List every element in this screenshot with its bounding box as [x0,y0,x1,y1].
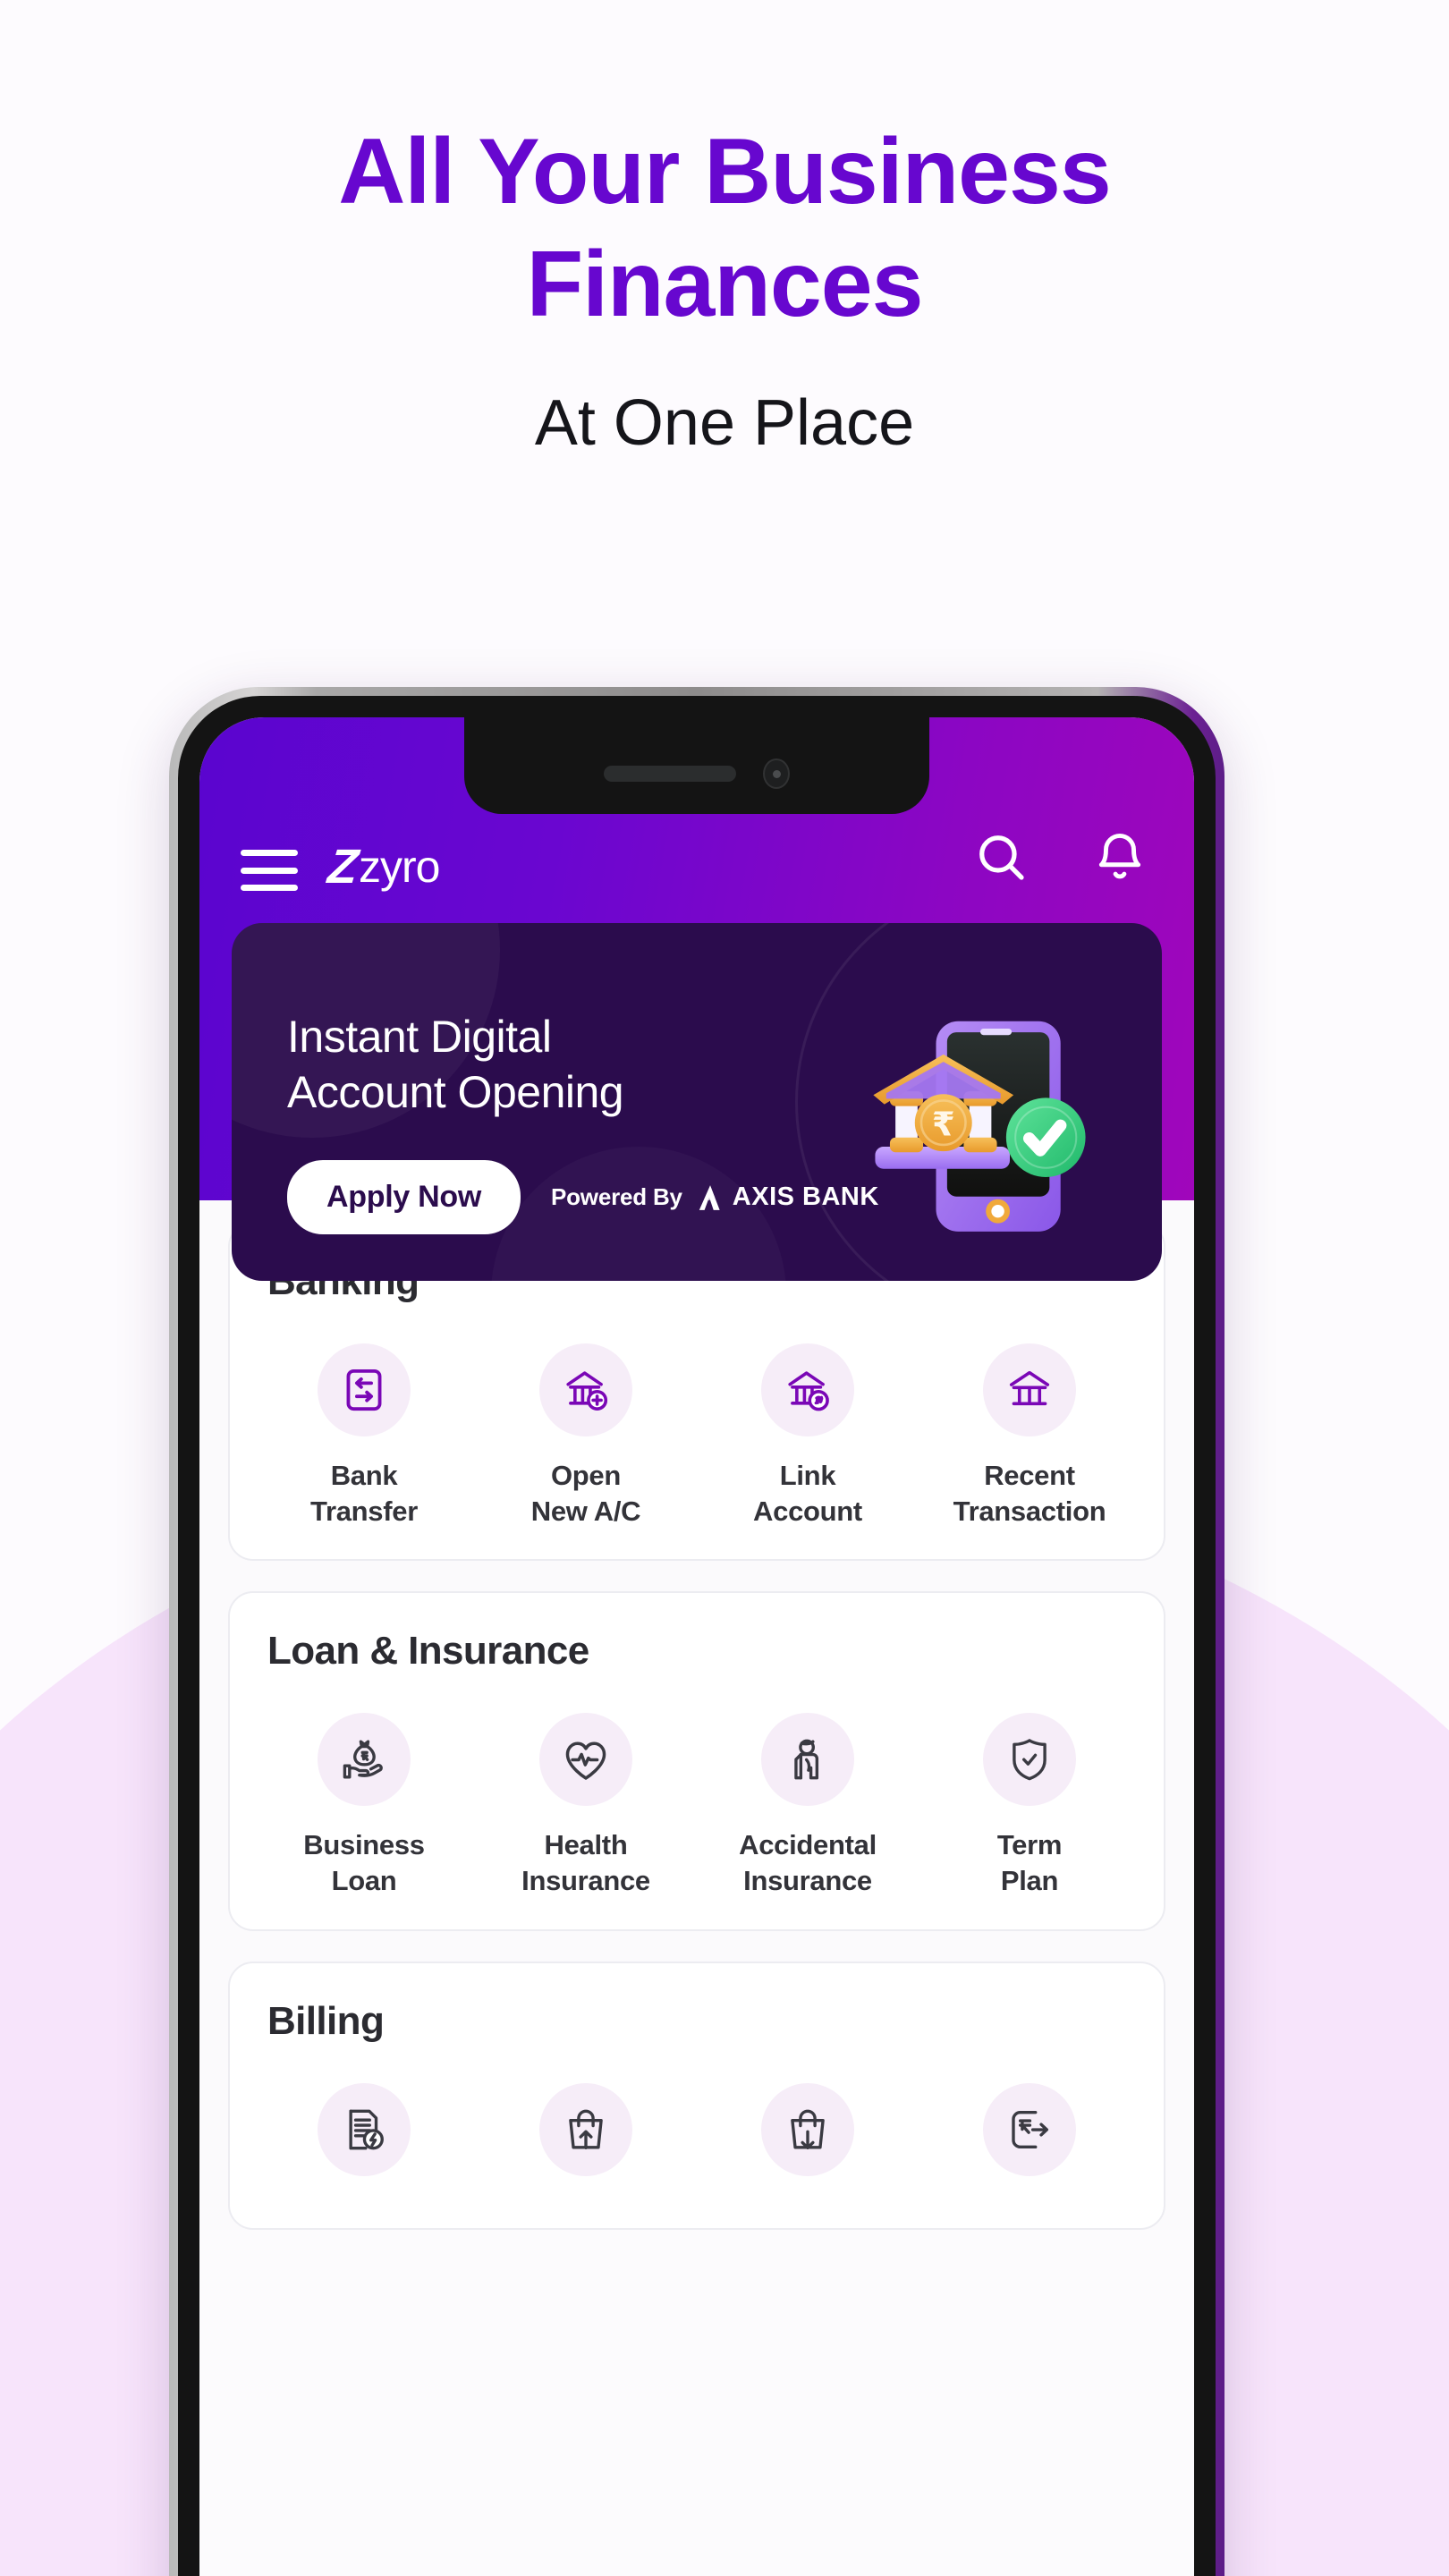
page-title: All Your Business Finances [0,0,1449,331]
tile-label-line2: Plan [1000,1865,1059,1897]
invoice-bolt-icon [318,2082,411,2176]
tile-label-line1: Term [996,1829,1063,1861]
tile-label-line2: Insurance [521,1865,650,1897]
bell-icon[interactable] [1087,825,1153,891]
bag-arrow-up-icon [539,2082,632,2176]
tile-billing-invoice[interactable] [253,2082,475,2198]
loan-insurance-tile-row: Business Loan Health Insurance Accidenta… [253,1713,1140,1898]
bank-transfer-icon [318,1343,411,1436]
phone-bezel: Z zyro Instant Digital Account Opening A… [178,696,1216,2576]
promo-title-line-1: Instant Digital [287,1012,552,1062]
app-brand: Z zyro [325,840,969,894]
tile-billing-purchase[interactable] [697,2082,919,2198]
section-title-billing: Billing [267,1998,385,2043]
tile-label: Accidental Insurance [739,1827,877,1898]
promo-banner[interactable]: Instant Digital Account Opening Apply No… [232,923,1162,1281]
svg-text:₹: ₹ [932,1106,955,1144]
shield-check-icon [983,1713,1076,1807]
billing-section-card: Billing [228,1961,1165,2230]
tile-label-line2: Loan [331,1865,397,1897]
zyro-logo-mark: Z [325,840,359,894]
powered-by-block: Powered By AXIS BANK [551,1182,879,1213]
promo-title-line-2: Account Opening [287,1067,624,1117]
tile-label: Recent Transaction [953,1458,1106,1529]
tile-label-line1: Open [550,1460,622,1491]
earpiece-speaker [604,766,736,782]
tile-link-account[interactable]: Link Account [697,1343,919,1529]
axis-bank-name: AXIS BANK [732,1182,879,1211]
hero-subtitle: At One Place [534,387,915,459]
zyro-logo-text: zyro [359,842,440,892]
tile-label-line1: Link [779,1460,836,1491]
phone-screen: Z zyro Instant Digital Account Opening A… [199,717,1194,2576]
tile-billing-sales[interactable] [475,2082,697,2198]
tile-label-line2: Transfer [310,1495,418,1527]
tile-label-line2: Account [753,1495,862,1527]
bank-link-account-icon [761,1343,854,1436]
headline-line-2: Finances [526,233,924,336]
tile-health-insurance[interactable]: Health Insurance [475,1713,697,1898]
tile-label: Term Plan [996,1827,1063,1898]
tile-label: Health Insurance [521,1827,650,1898]
headline-line-1: All Your Business [338,120,1111,224]
heart-pulse-icon [539,1713,632,1807]
injured-person-icon [761,1713,854,1807]
axis-bank-mark-icon [699,1184,720,1210]
tile-label: Business Loan [303,1827,425,1898]
tile-accidental-insurance[interactable]: Accidental Insurance [697,1713,919,1898]
search-icon[interactable] [969,825,1035,891]
powered-by-label: Powered By [550,1183,682,1210]
billing-tile-row [253,2082,1140,2198]
tile-label-line2: Transaction [953,1495,1106,1527]
tile-label-line1: Bank [330,1460,398,1491]
apply-now-button[interactable]: Apply Now [287,1160,521,1234]
app-content-area: Banking Bank Transfer Open New A/C Link … [199,1200,1194,2230]
hamburger-menu-icon[interactable] [241,850,298,891]
tile-recent-transaction[interactable]: Recent Transaction [919,1343,1140,1529]
promo-title: Instant Digital Account Opening [287,1009,624,1120]
tile-label-line1: Recent [984,1460,1075,1491]
section-title-loan-insurance: Loan & Insurance [267,1629,589,1674]
tile-label-line1: Business [303,1829,425,1861]
banking-tile-row: Bank Transfer Open New A/C Link Account … [253,1343,1140,1529]
tile-label: Link Account [753,1458,862,1529]
promo-cta-row: Apply Now Powered By AXIS BANK [287,1160,879,1234]
loan-insurance-section-card: Loan & Insurance Business Loan Health In… [228,1591,1165,1931]
money-bag-hand-icon [318,1713,411,1807]
axis-bank-logo: AXIS BANK [695,1182,879,1213]
tile-billing-payout[interactable] [919,2082,1140,2198]
hero-section: All Your Business Finances At One Place [0,0,1449,460]
rupee-arrow-right-icon [983,2082,1076,2176]
tile-label: Open New A/C [531,1458,641,1529]
bank-building-icon [983,1343,1076,1436]
phone-mockup: Z zyro Instant Digital Account Opening A… [169,687,1224,2576]
phone-notch [464,717,929,814]
tile-label: Bank Transfer [310,1458,418,1529]
tile-business-loan[interactable]: Business Loan [253,1713,475,1898]
tile-label-line2: New A/C [530,1495,641,1527]
tile-open-new-account[interactable]: Open New A/C [475,1343,697,1529]
tile-label-line2: Insurance [743,1865,872,1897]
front-camera-icon [763,758,790,789]
tile-bank-transfer[interactable]: Bank Transfer [253,1343,475,1529]
tile-term-plan[interactable]: Term Plan [919,1713,1140,1898]
bank-add-account-icon [539,1343,632,1436]
bag-arrow-down-icon [761,2082,854,2176]
tile-label-line1: Accidental [739,1829,877,1861]
tile-label-line1: Health [544,1829,628,1861]
promo-text-block: Instant Digital Account Opening [287,1009,624,1120]
